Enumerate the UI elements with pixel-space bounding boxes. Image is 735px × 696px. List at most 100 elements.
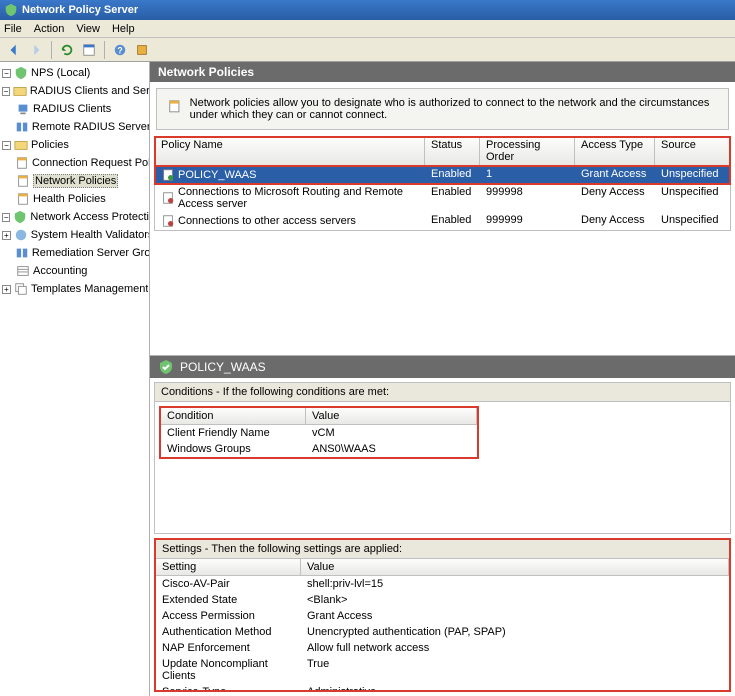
grid-header: Policy Name Status Processing Order Acce…: [155, 137, 730, 166]
toolbar-separator: [104, 41, 105, 59]
condition-row[interactable]: Windows GroupsANS0\WAAS: [161, 441, 477, 457]
setting-key: Extended State: [156, 593, 301, 607]
policy-source: Unspecified: [655, 213, 730, 229]
grid-body: POLICY_WAAS Enabled 1 Grant Access Unspe…: [155, 166, 730, 230]
info-banner: Network policies allow you to designate …: [156, 88, 729, 130]
setting-row[interactable]: Access PermissionGrant Access: [156, 608, 729, 624]
menu-action[interactable]: Action: [34, 23, 65, 35]
menu-help[interactable]: Help: [112, 23, 135, 35]
col-order[interactable]: Processing Order: [480, 137, 575, 165]
tree-accounting[interactable]: Accounting: [33, 265, 87, 277]
back-button[interactable]: [4, 40, 24, 60]
expand-icon[interactable]: +: [2, 285, 11, 294]
conditions-panel: Conditions - If the following conditions…: [154, 382, 731, 534]
help-button[interactable]: ?: [110, 40, 130, 60]
cond-col-value[interactable]: Value: [306, 408, 477, 424]
policy-order: 999999: [480, 213, 575, 229]
refresh-button[interactable]: [57, 40, 77, 60]
toolbar: ?: [0, 38, 735, 62]
navigation-tree[interactable]: − NPS (Local) − RADIUS Clients and Serve…: [0, 62, 150, 696]
content-pane: Network Policies Network policies allow …: [150, 62, 735, 696]
clients-icon: [16, 102, 30, 116]
setting-row[interactable]: Cisco-AV-Pairshell:priv-lvl=15: [156, 576, 729, 592]
policy-row[interactable]: Connections to Microsoft Routing and Rem…: [155, 184, 730, 212]
setting-row[interactable]: NAP EnforcementAllow full network access: [156, 640, 729, 656]
tree-root[interactable]: NPS (Local): [31, 67, 90, 79]
setting-row[interactable]: Authentication MethodUnencrypted authent…: [156, 624, 729, 640]
policy-icon: [161, 214, 175, 228]
setting-key: NAP Enforcement: [156, 641, 301, 655]
main-area: − NPS (Local) − RADIUS Clients and Serve…: [0, 62, 735, 696]
policy-status: Enabled: [425, 213, 480, 229]
collapse-icon[interactable]: −: [2, 213, 10, 222]
set-col-setting[interactable]: Setting: [156, 559, 301, 575]
conditions-header: Condition Value: [161, 408, 477, 425]
shield-check-icon: [158, 359, 174, 375]
templates-icon: [14, 282, 28, 296]
policy-access: Deny Access: [575, 213, 655, 229]
policy-source: Unspecified: [655, 185, 730, 211]
tree-sys-health[interactable]: System Health Validators: [31, 229, 149, 241]
tree-network-policies[interactable]: Network Policies: [33, 174, 118, 188]
app-icon: [4, 3, 18, 17]
title-bar: Network Policy Server: [0, 0, 735, 20]
col-access[interactable]: Access Type: [575, 137, 655, 165]
policy-name: Connections to Microsoft Routing and Rem…: [178, 186, 419, 210]
tree-policies[interactable]: Policies: [31, 139, 69, 151]
collapse-icon[interactable]: −: [2, 141, 11, 150]
servergroup-icon: [15, 120, 29, 134]
policy-row[interactable]: POLICY_WAAS Enabled 1 Grant Access Unspe…: [155, 166, 730, 184]
policy-name: POLICY_WAAS: [178, 169, 256, 181]
policies-grid: Policy Name Status Processing Order Acce…: [154, 136, 731, 231]
policy-name: Connections to other access servers: [178, 215, 356, 227]
accounting-icon: [16, 264, 30, 278]
tree-templates[interactable]: Templates Management: [31, 283, 148, 295]
cond-col-condition[interactable]: Condition: [161, 408, 306, 424]
policy-status: Enabled: [425, 167, 480, 183]
set-col-value[interactable]: Value: [301, 559, 729, 575]
condition-row[interactable]: Client Friendly NamevCM: [161, 425, 477, 441]
col-source[interactable]: Source: [655, 137, 730, 165]
policy-icon: [15, 156, 29, 170]
condition-value: vCM: [306, 426, 477, 440]
menu-view[interactable]: View: [76, 23, 100, 35]
section-header: Network Policies: [150, 62, 735, 82]
setting-row[interactable]: Service-TypeAdministrative: [156, 684, 729, 690]
tree-conn-req[interactable]: Connection Request Polici: [32, 157, 149, 169]
setting-row[interactable]: Extended State<Blank>: [156, 592, 729, 608]
setting-value: Unencrypted authentication (PAP, SPAP): [301, 625, 729, 639]
expand-icon[interactable]: +: [2, 231, 11, 240]
collapse-icon[interactable]: −: [2, 69, 11, 78]
shield-icon: [13, 210, 27, 224]
policy-icon: [16, 174, 30, 188]
col-policy-name[interactable]: Policy Name: [155, 137, 425, 165]
tree-remote-radius[interactable]: Remote RADIUS Server G: [32, 121, 149, 133]
extra-button[interactable]: [132, 40, 152, 60]
tree-nap[interactable]: Network Access Protection: [30, 211, 149, 223]
info-icon: [167, 99, 182, 119]
folder-icon: [14, 138, 28, 152]
policy-access: Grant Access: [575, 167, 655, 183]
collapse-icon[interactable]: −: [2, 87, 10, 96]
condition-key: Client Friendly Name: [161, 426, 306, 440]
tree-rem-group[interactable]: Remediation Server Group: [32, 247, 149, 259]
setting-row[interactable]: Update Noncompliant ClientsTrue: [156, 656, 729, 684]
condition-key: Windows Groups: [161, 442, 306, 456]
setting-value: Administrative: [301, 685, 729, 690]
forward-button[interactable]: [26, 40, 46, 60]
setting-key: Cisco-AV-Pair: [156, 577, 301, 591]
tree-health-policies[interactable]: Health Policies: [33, 193, 106, 205]
setting-value: Grant Access: [301, 609, 729, 623]
condition-value: ANS0\WAAS: [306, 442, 477, 456]
setting-value: shell:priv-lvl=15: [301, 577, 729, 591]
tree-radius-clients[interactable]: RADIUS Clients: [33, 103, 111, 115]
policy-row[interactable]: Connections to other access servers Enab…: [155, 212, 730, 230]
detail-panel: POLICY_WAAS Conditions - If the followin…: [150, 355, 735, 696]
tree-radius[interactable]: RADIUS Clients and Servers: [30, 85, 149, 97]
setting-key: Access Permission: [156, 609, 301, 623]
setting-value: <Blank>: [301, 593, 729, 607]
properties-button[interactable]: [79, 40, 99, 60]
col-status[interactable]: Status: [425, 137, 480, 165]
menu-file[interactable]: File: [4, 23, 22, 35]
conditions-body: Client Friendly NamevCMWindows GroupsANS…: [161, 425, 477, 457]
